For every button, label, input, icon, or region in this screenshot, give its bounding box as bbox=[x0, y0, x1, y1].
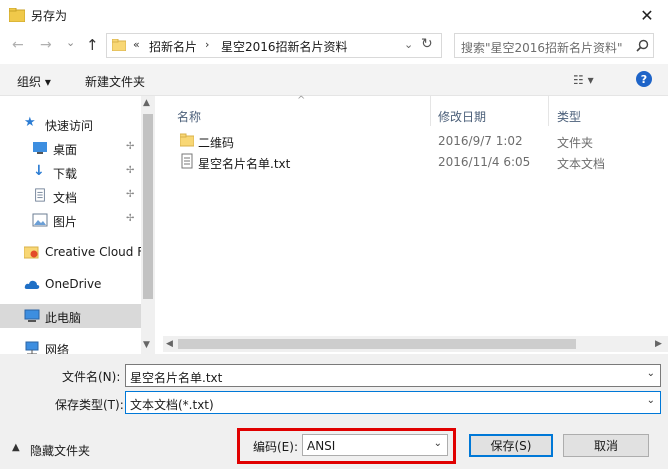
column-header-date[interactable]: 修改日期 bbox=[438, 108, 486, 125]
window-title: 另存为 bbox=[31, 9, 68, 23]
organize-button[interactable]: 组织 ▾ bbox=[17, 73, 51, 90]
sidebar-item-label: 文档 bbox=[53, 191, 78, 205]
recent-locations-button[interactable]: ⌄ bbox=[66, 36, 75, 49]
sidebar-item-onedrive[interactable]: OneDrive bbox=[0, 272, 141, 296]
back-button[interactable]: ← bbox=[12, 37, 24, 53]
column-header-type[interactable]: 类型 bbox=[557, 108, 581, 125]
scroll-down-arrow[interactable]: ▼ bbox=[143, 340, 150, 350]
sidebar-item-label: Creative Cloud F bbox=[45, 245, 145, 259]
sidebar-item-label: OneDrive bbox=[45, 277, 102, 291]
search-icon[interactable] bbox=[636, 39, 649, 52]
file-type-select[interactable]: 文本文档(*.txt) ⌄ bbox=[125, 391, 661, 414]
hide-folders-button[interactable]: 隐藏文件夹 bbox=[30, 442, 90, 459]
list-item[interactable]: 星空名片名单.txt 2016/11/4 6:05 文本文档 bbox=[177, 152, 657, 172]
file-date: 2016/11/4 6:05 bbox=[438, 155, 531, 169]
text-file-icon bbox=[181, 153, 193, 169]
toolbar: 组织 ▾ 新建文件夹 ☷ ▾ ? bbox=[0, 64, 668, 96]
sidebar-item-label: 图片 bbox=[53, 215, 78, 229]
encoding-label: 编码(E): bbox=[253, 440, 298, 454]
file-type: 文本文档 bbox=[557, 157, 606, 171]
search-input[interactable]: 搜索"星空2016招新名片资料" bbox=[461, 39, 623, 56]
creative-cloud-icon bbox=[24, 246, 39, 259]
encoding-value: ANSI bbox=[307, 439, 336, 453]
view-options-button[interactable]: ☷ ▾ bbox=[573, 73, 594, 87]
address-bar[interactable]: « 招新名片 › 星空2016招新名片资料 ⌄ ↻ bbox=[106, 33, 442, 58]
computer-icon bbox=[24, 309, 40, 322]
file-list-scrollbar-thumb[interactable] bbox=[178, 339, 576, 349]
new-folder-button[interactable]: 新建文件夹 bbox=[85, 73, 145, 90]
chevron-down-icon[interactable]: ⌄ bbox=[647, 368, 655, 379]
navigation-scrollbar-thumb[interactable] bbox=[143, 114, 153, 299]
star-icon: ★ bbox=[24, 115, 36, 130]
download-icon: ↓ bbox=[33, 163, 45, 179]
sidebar-item-label: 此电脑 bbox=[45, 311, 82, 325]
sort-indicator: ^ bbox=[297, 95, 306, 106]
address-dropdown-button[interactable]: ⌄ bbox=[404, 38, 413, 51]
pin-icon[interactable]: ✢ bbox=[126, 189, 134, 200]
file-name: 二维码 bbox=[198, 136, 235, 150]
pin-icon[interactable]: ✢ bbox=[126, 165, 134, 176]
pin-icon[interactable]: ✢ bbox=[126, 141, 134, 152]
filename-field[interactable]: 星空名片名单.txt ⌄ bbox=[125, 364, 661, 387]
breadcrumb-item[interactable]: 星空2016招新名片资料 bbox=[221, 38, 348, 55]
breadcrumb-separator[interactable]: › bbox=[205, 38, 209, 51]
column-divider[interactable] bbox=[548, 96, 549, 126]
document-icon bbox=[35, 188, 45, 202]
sidebar-item-label: 下载 bbox=[53, 167, 78, 181]
scroll-right-arrow[interactable]: ▶ bbox=[655, 339, 662, 349]
sidebar-item-label: 桌面 bbox=[53, 143, 78, 157]
onedrive-icon bbox=[24, 280, 40, 289]
save-as-icon bbox=[9, 8, 25, 22]
chevron-down-icon[interactable]: ⌄ bbox=[647, 395, 655, 406]
sidebar-item-quick-access[interactable]: ★ 快速访问 bbox=[0, 112, 141, 136]
cancel-button[interactable]: 取消 bbox=[563, 434, 649, 457]
breadcrumb-item[interactable]: 招新名片 bbox=[149, 38, 197, 55]
column-divider[interactable] bbox=[430, 96, 431, 126]
encoding-select[interactable]: ANSI ⌄ bbox=[302, 434, 448, 456]
sidebar-item-pictures[interactable]: 图片 ✢ bbox=[0, 208, 141, 232]
chevron-down-icon[interactable]: ⌄ bbox=[434, 438, 442, 449]
file-type-value: 文本文档(*.txt) bbox=[130, 398, 214, 412]
desktop-icon bbox=[33, 142, 47, 154]
scroll-up-arrow[interactable]: ▲ bbox=[143, 98, 150, 108]
chevron-up-icon[interactable]: ▲ bbox=[12, 442, 20, 453]
filename-input[interactable]: 星空名片名单.txt bbox=[130, 369, 222, 386]
file-list: ^ 名称 修改日期 类型 二维码 2016/9/7 1:02 文件夹 星空名片名… bbox=[163, 95, 668, 354]
sidebar-item-network[interactable]: 网络 bbox=[0, 336, 141, 354]
file-name: 星空名片名单.txt bbox=[198, 157, 291, 171]
file-type-label: 保存类型(T): bbox=[55, 398, 124, 412]
file-type: 文件夹 bbox=[557, 136, 594, 150]
picture-icon bbox=[32, 213, 48, 227]
network-icon bbox=[25, 341, 39, 354]
filename-label: 文件名(N): bbox=[62, 370, 121, 384]
search-box[interactable]: 搜索"星空2016招新名片资料" bbox=[454, 33, 654, 58]
title-bar: 另存为 ✕ bbox=[0, 0, 668, 31]
folder-icon bbox=[112, 39, 126, 51]
sidebar-item-this-pc[interactable]: 此电脑 bbox=[0, 304, 141, 328]
sidebar-item-label: 快速访问 bbox=[45, 119, 94, 133]
pin-icon[interactable]: ✢ bbox=[126, 213, 134, 224]
sidebar-item-documents[interactable]: 文档 ✢ bbox=[0, 184, 141, 208]
help-icon[interactable]: ? bbox=[636, 71, 652, 87]
sidebar-item-downloads[interactable]: ↓ 下载 ✢ bbox=[0, 160, 141, 184]
forward-button[interactable]: → bbox=[40, 37, 52, 53]
save-button[interactable]: 保存(S) bbox=[469, 434, 553, 457]
folder-icon bbox=[180, 133, 194, 147]
file-date: 2016/9/7 1:02 bbox=[438, 134, 523, 148]
up-button[interactable]: ↑ bbox=[86, 36, 99, 54]
breadcrumb-overflow[interactable]: « bbox=[133, 38, 140, 51]
sidebar-item-creative-cloud[interactable]: Creative Cloud F bbox=[0, 240, 145, 264]
column-header-name[interactable]: 名称 bbox=[177, 108, 201, 125]
scroll-left-arrow[interactable]: ◀ bbox=[166, 339, 173, 349]
list-item[interactable]: 二维码 2016/9/7 1:02 文件夹 bbox=[177, 131, 657, 151]
refresh-button[interactable]: ↻ bbox=[421, 36, 433, 52]
sidebar-item-desktop[interactable]: 桌面 ✢ bbox=[0, 136, 141, 160]
close-button[interactable]: ✕ bbox=[626, 0, 668, 31]
sidebar-item-label: 网络 bbox=[45, 343, 70, 354]
navigation-pane: ★ 快速访问 桌面 ✢ ↓ 下载 ✢ 文档 ✢ 图片 ✢ Creative Cl… bbox=[0, 96, 155, 354]
